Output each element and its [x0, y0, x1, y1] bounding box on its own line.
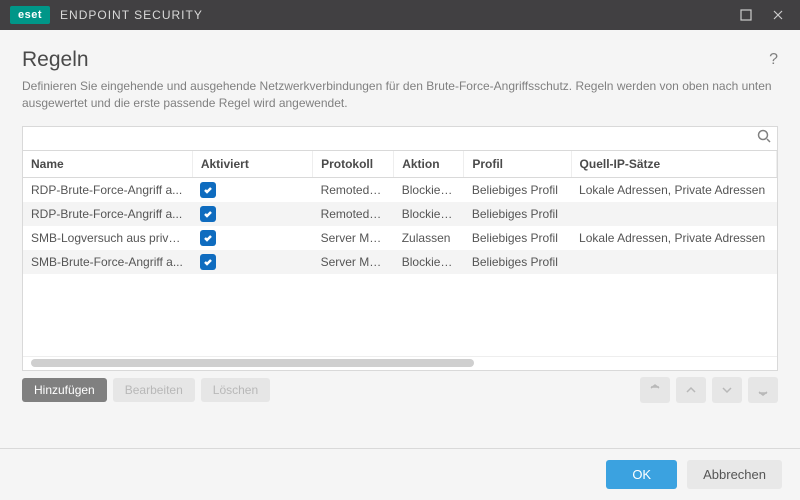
cell-protocol: Remotedesk... [313, 202, 394, 226]
titlebar: eset ENDPOINT SECURITY [0, 0, 800, 30]
checkbox-icon[interactable] [200, 230, 216, 246]
table-row[interactable]: RDP-Brute-Force-Angriff a... Remotedesk..… [23, 177, 777, 202]
checkbox-icon[interactable] [200, 254, 216, 270]
edit-button[interactable]: Bearbeiten [113, 378, 195, 402]
cell-activated [192, 250, 312, 274]
cell-name: SMB-Logversuch aus private... [23, 226, 192, 250]
cell-activated [192, 177, 312, 202]
search-icon[interactable] [757, 129, 771, 148]
cell-profile: Beliebiges Profil [464, 202, 571, 226]
dialog-footer: OK Abbrechen [0, 448, 800, 500]
table-row[interactable]: SMB-Brute-Force-Angriff a... Server Mess.… [23, 250, 777, 274]
col-action[interactable]: Aktion [394, 151, 464, 178]
minimize-button[interactable] [730, 0, 762, 30]
move-up-button[interactable] [676, 377, 706, 403]
ok-button[interactable]: OK [606, 460, 677, 489]
cell-source-ip [571, 250, 776, 274]
col-name[interactable]: Name [23, 151, 192, 178]
checkbox-icon[interactable] [200, 206, 216, 222]
move-bottom-button[interactable] [748, 377, 778, 403]
table-row[interactable]: RDP-Brute-Force-Angriff a... Remotedesk..… [23, 202, 777, 226]
col-activated[interactable]: Aktiviert [192, 151, 312, 178]
cell-protocol: Server Mess... [313, 226, 394, 250]
col-protocol[interactable]: Protokoll [313, 151, 394, 178]
add-button[interactable]: Hinzufügen [22, 378, 107, 402]
cell-name: RDP-Brute-Force-Angriff a... [23, 177, 192, 202]
cell-source-ip [571, 202, 776, 226]
delete-button[interactable]: Löschen [201, 378, 270, 402]
cancel-button[interactable]: Abbrechen [687, 460, 782, 489]
cell-action: Blockieren [394, 250, 464, 274]
move-down-button[interactable] [712, 377, 742, 403]
page-description: Definieren Sie eingehende und ausgehende… [22, 78, 778, 112]
brand-badge: eset [10, 6, 50, 24]
cell-source-ip: Lokale Adressen, Private Adressen [571, 226, 776, 250]
move-top-button[interactable] [640, 377, 670, 403]
close-button[interactable] [762, 0, 794, 30]
table-empty-area [23, 274, 777, 356]
cell-activated [192, 202, 312, 226]
scrollbar-thumb[interactable] [31, 359, 474, 367]
col-source-ip[interactable]: Quell-IP-Sätze [571, 151, 776, 178]
cell-profile: Beliebiges Profil [464, 250, 571, 274]
cell-profile: Beliebiges Profil [464, 226, 571, 250]
table-row[interactable]: SMB-Logversuch aus private... Server Mess… [23, 226, 777, 250]
cell-protocol: Server Mess... [313, 250, 394, 274]
page-title-row: Regeln ? [22, 48, 778, 72]
table-header-row: Name Aktiviert Protokoll Aktion Profil Q… [23, 151, 777, 178]
cell-protocol: Remotedesk... [313, 177, 394, 202]
rules-table: Name Aktiviert Protokoll Aktion Profil Q… [23, 151, 777, 274]
table-search-row [23, 127, 777, 151]
checkbox-icon[interactable] [200, 182, 216, 198]
cell-action: Zulassen [394, 226, 464, 250]
product-name: ENDPOINT SECURITY [60, 8, 203, 22]
cell-source-ip: Lokale Adressen, Private Adressen [571, 177, 776, 202]
table-toolbar: Hinzufügen Bearbeiten Löschen [22, 377, 778, 403]
help-icon[interactable]: ? [769, 51, 778, 69]
page-title: Regeln [22, 48, 89, 72]
horizontal-scrollbar[interactable] [23, 356, 777, 370]
cell-name: SMB-Brute-Force-Angriff a... [23, 250, 192, 274]
cell-profile: Beliebiges Profil [464, 177, 571, 202]
cell-name: RDP-Brute-Force-Angriff a... [23, 202, 192, 226]
cell-action: Blockieren [394, 202, 464, 226]
rules-table-container: Name Aktiviert Protokoll Aktion Profil Q… [22, 126, 778, 371]
cell-activated [192, 226, 312, 250]
cell-action: Blockieren [394, 177, 464, 202]
col-profile[interactable]: Profil [464, 151, 571, 178]
